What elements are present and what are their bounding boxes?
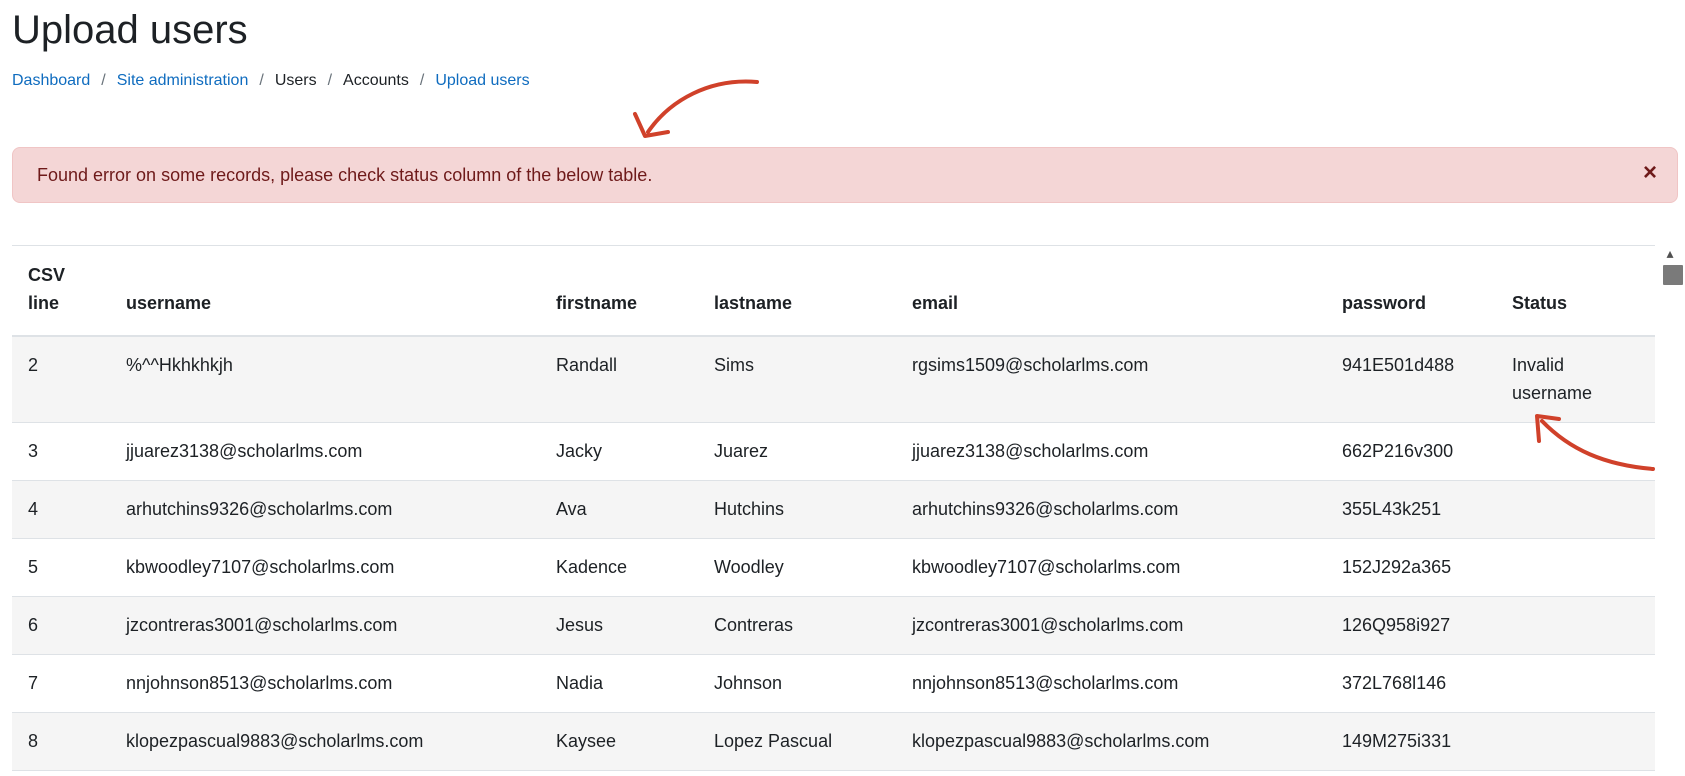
breadcrumb-dashboard[interactable]: Dashboard xyxy=(12,72,90,90)
upload-results-table: CSV line username firstname lastname ema… xyxy=(12,246,1667,771)
breadcrumb-users: Users xyxy=(274,72,317,89)
cell-email: rgsims1509@scholarlms.com xyxy=(896,336,1326,423)
cell-csv-line: 6 xyxy=(12,596,110,655)
cell-status xyxy=(1496,538,1667,597)
cell-password: 126Q958i927 xyxy=(1326,596,1496,655)
cell-username: %^^Hkhkhkjh xyxy=(110,336,540,423)
cell-csv-line: 2 xyxy=(12,336,110,423)
page-title: Upload users xyxy=(12,8,248,52)
table-row: 6 jzcontreras3001@scholarlms.com Jesus C… xyxy=(12,596,1667,655)
cell-password: 941E501d488 xyxy=(1326,336,1496,423)
breadcrumb-upload-users[interactable]: Upload users xyxy=(435,72,529,90)
cell-username: jjuarez3138@scholarlms.com xyxy=(110,422,540,481)
annotation-arrow-alert xyxy=(633,79,759,138)
cell-firstname: Nadia xyxy=(540,654,698,713)
cell-username: jzcontreras3001@scholarlms.com xyxy=(110,596,540,655)
breadcrumb-site-administration[interactable]: Site administration xyxy=(117,72,249,90)
error-alert-message: Found error on some records, please chec… xyxy=(37,165,653,185)
upload-results-table-wrapper: CSV line username firstname lastname ema… xyxy=(12,245,1667,776)
column-header-firstname: firstname xyxy=(540,246,698,337)
cell-csv-line: 8 xyxy=(12,712,110,771)
cell-lastname: Woodley xyxy=(698,538,896,597)
cell-password: 152J292a365 xyxy=(1326,538,1496,597)
cell-firstname: Ava xyxy=(540,480,698,539)
cell-status xyxy=(1496,422,1667,481)
cell-status xyxy=(1496,712,1667,771)
cell-csv-line: 4 xyxy=(12,480,110,539)
cell-status: Invalid username xyxy=(1496,336,1667,423)
column-header-status: Status xyxy=(1496,246,1667,337)
cell-username: klopezpascual9883@scholarlms.com xyxy=(110,712,540,771)
column-header-password: password xyxy=(1326,246,1496,337)
breadcrumb: Dashboard / Site administration / Users … xyxy=(12,72,530,90)
breadcrumb-separator: / xyxy=(259,72,264,89)
cell-password: 372L768l146 xyxy=(1326,654,1496,713)
cell-username: kbwoodley7107@scholarlms.com xyxy=(110,538,540,597)
page: Upload users Dashboard / Site administra… xyxy=(0,0,1685,776)
cell-status xyxy=(1496,480,1667,539)
table-row: 8 klopezpascual9883@scholarlms.com Kayse… xyxy=(12,712,1667,771)
column-header-username: username xyxy=(110,246,540,337)
column-header-csv-line: CSV line xyxy=(12,246,110,337)
breadcrumb-accounts: Accounts xyxy=(343,72,409,89)
cell-lastname: Sims xyxy=(698,336,896,423)
cell-lastname: Lopez Pascual xyxy=(698,712,896,771)
breadcrumb-separator: / xyxy=(101,72,106,89)
cell-password: 355L43k251 xyxy=(1326,480,1496,539)
table-scrollbar[interactable]: ▴ xyxy=(1655,245,1685,776)
cell-status xyxy=(1496,596,1667,655)
column-header-email: email xyxy=(896,246,1326,337)
cell-lastname: Hutchins xyxy=(698,480,896,539)
breadcrumb-separator: / xyxy=(419,72,425,89)
table-row: 4 arhutchins9326@scholarlms.com Ava Hutc… xyxy=(12,480,1667,539)
cell-lastname: Johnson xyxy=(698,654,896,713)
cell-username: arhutchins9326@scholarlms.com xyxy=(110,480,540,539)
table-row: 2 %^^Hkhkhkjh Randall Sims rgsims1509@sc… xyxy=(12,336,1667,423)
breadcrumb-separator: / xyxy=(327,72,333,89)
close-icon[interactable]: × xyxy=(1643,161,1657,185)
cell-email: jzcontreras3001@scholarlms.com xyxy=(896,596,1326,655)
cell-lastname: Juarez xyxy=(698,422,896,481)
column-header-lastname: lastname xyxy=(698,246,896,337)
table-header-row: CSV line username firstname lastname ema… xyxy=(12,246,1667,337)
error-alert: Found error on some records, please chec… xyxy=(12,147,1678,203)
scroll-up-icon[interactable]: ▴ xyxy=(1663,246,1677,260)
table-row: 5 kbwoodley7107@scholarlms.com Kadence W… xyxy=(12,538,1667,597)
cell-email: kbwoodley7107@scholarlms.com xyxy=(896,538,1326,597)
cell-password: 662P216v300 xyxy=(1326,422,1496,481)
cell-lastname: Contreras xyxy=(698,596,896,655)
cell-status xyxy=(1496,654,1667,713)
table-row: 7 nnjohnson8513@scholarlms.com Nadia Joh… xyxy=(12,654,1667,713)
cell-username: nnjohnson8513@scholarlms.com xyxy=(110,654,540,713)
cell-firstname: Jacky xyxy=(540,422,698,481)
cell-firstname: Randall xyxy=(540,336,698,423)
table-row: 3 jjuarez3138@scholarlms.com Jacky Juare… xyxy=(12,422,1667,481)
cell-firstname: Kaysee xyxy=(540,712,698,771)
scrollbar-thumb[interactable] xyxy=(1663,265,1683,285)
cell-csv-line: 7 xyxy=(12,654,110,713)
cell-password: 149M275i331 xyxy=(1326,712,1496,771)
cell-email: arhutchins9326@scholarlms.com xyxy=(896,480,1326,539)
cell-email: jjuarez3138@scholarlms.com xyxy=(896,422,1326,481)
cell-email: klopezpascual9883@scholarlms.com xyxy=(896,712,1326,771)
cell-csv-line: 3 xyxy=(12,422,110,481)
cell-firstname: Jesus xyxy=(540,596,698,655)
cell-firstname: Kadence xyxy=(540,538,698,597)
cell-email: nnjohnson8513@scholarlms.com xyxy=(896,654,1326,713)
cell-csv-line: 5 xyxy=(12,538,110,597)
